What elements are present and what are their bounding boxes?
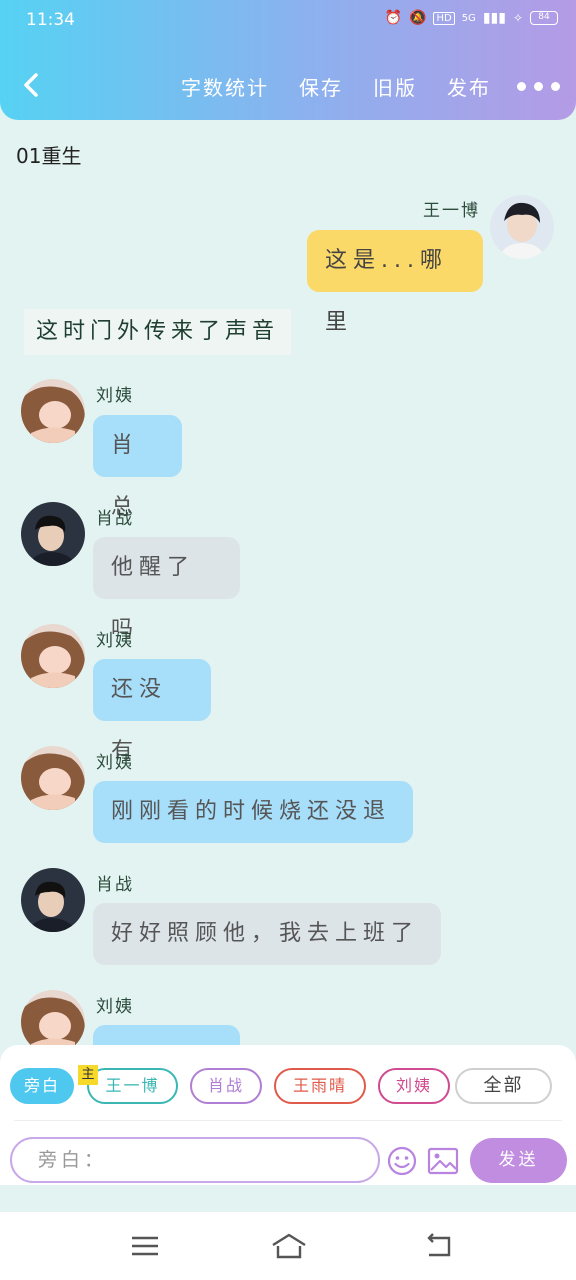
speaker-name: 刘姨 [96, 997, 134, 1017]
speaker-name: 王一博 [423, 201, 480, 221]
system-nav-bar [0, 1212, 576, 1280]
back-icon[interactable] [423, 1232, 455, 1260]
top-header: 11:34 ⏰ 🔕 HD 5G ▮▮▮ ✧ 84 字数统计 保存 旧版 发布 [0, 0, 576, 120]
avatar[interactable] [21, 502, 85, 566]
speaker-name: 肖战 [96, 875, 134, 895]
message-input[interactable]: 旁白： [10, 1137, 380, 1183]
composer-panel: 旁白 王一博 主 肖战 王雨晴 刘姨 全部 旁白： 发送 [0, 1045, 576, 1185]
back-chevron-icon[interactable] [18, 70, 44, 100]
hd-icon: HD [433, 11, 455, 25]
signal-icon: ▮▮▮ [482, 10, 506, 26]
battery-icon: 84 [530, 11, 558, 25]
avatar[interactable] [21, 624, 85, 688]
mute-icon: 🔕 [409, 10, 427, 26]
save-button[interactable]: 保存 [299, 72, 343, 101]
old-version-button[interactable]: 旧版 [373, 72, 417, 101]
alarm-icon: ⏰ [384, 10, 403, 26]
avatar[interactable] [21, 746, 85, 810]
avatar[interactable] [490, 195, 554, 259]
avatar[interactable] [21, 868, 85, 932]
role-chip-narrator[interactable]: 旁白 [10, 1068, 74, 1104]
speaker-name: 刘姨 [96, 631, 134, 651]
image-icon[interactable] [427, 1147, 459, 1175]
message-bubble[interactable]: 还没有 [93, 659, 211, 764]
role-chip-liu-yi[interactable]: 刘姨 [378, 1068, 450, 1104]
network-label: 5G [461, 12, 476, 24]
narration-text[interactable]: 这时门外传来了声音 [24, 309, 292, 355]
role-chip-wang-yibo[interactable]: 王一博 [87, 1068, 178, 1104]
main-role-badge: 主 [78, 1065, 98, 1085]
avatar[interactable] [21, 379, 85, 443]
word-count-button[interactable]: 字数统计 [181, 72, 269, 101]
emoji-icon[interactable] [386, 1145, 418, 1177]
message-bubble[interactable]: 肖总 [93, 415, 182, 520]
menu-icon[interactable] [130, 1232, 160, 1260]
divider [14, 1120, 562, 1121]
speaker-name: 刘姨 [96, 753, 134, 773]
role-chip-xiao-zhan[interactable]: 肖战 [190, 1068, 262, 1104]
status-icons: ⏰ 🔕 HD 5G ▮▮▮ ✧ 84 [385, 10, 558, 26]
publish-button[interactable]: 发布 [447, 72, 491, 101]
speaker-name: 肖战 [96, 509, 134, 529]
chapter-title: 01重生 [16, 144, 82, 168]
message-bubble[interactable]: 他醒了吗 [93, 537, 240, 642]
speaker-name: 刘姨 [96, 386, 134, 406]
more-dots-icon[interactable] [517, 81, 560, 91]
role-chip-wang-yuqing[interactable]: 王雨晴 [274, 1068, 366, 1104]
role-chip-all[interactable]: 全部 [455, 1068, 552, 1104]
message-bubble[interactable]: 这是...哪里 [307, 230, 483, 335]
message-bubble[interactable]: 好好照顾他，我去上班了 [93, 903, 441, 965]
wifi-icon: ✧ [512, 11, 523, 25]
header-nav: 字数统计 保存 旧版 发布 [151, 70, 576, 102]
send-button[interactable]: 发送 [470, 1138, 567, 1183]
status-time: 11:34 [26, 10, 75, 30]
message-bubble[interactable]: 刚刚看的时候烧还没退 [93, 781, 413, 843]
home-icon[interactable] [270, 1232, 308, 1260]
